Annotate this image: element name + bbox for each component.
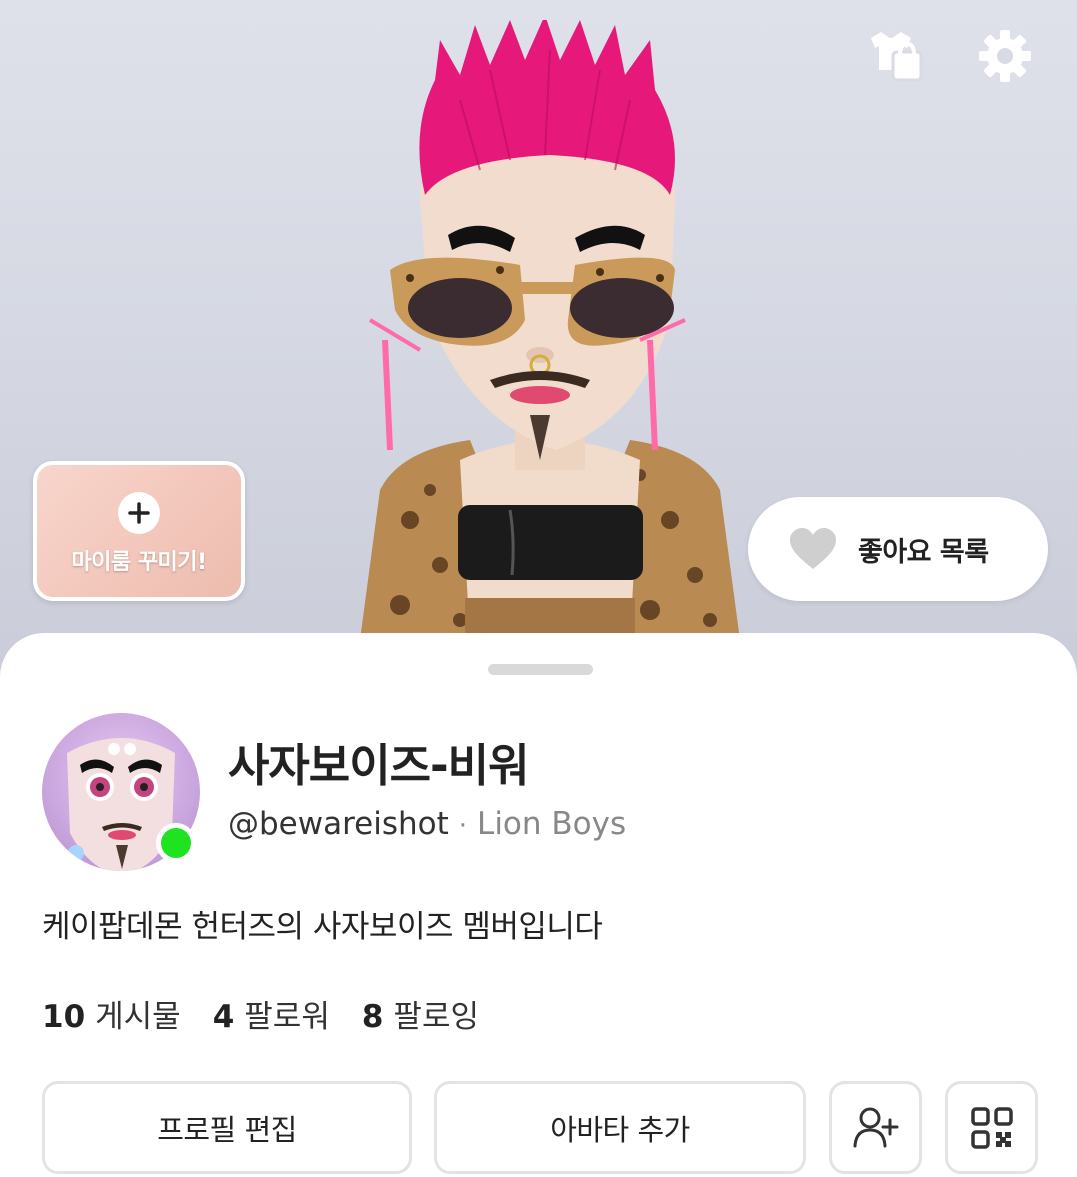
shirt-bag-icon (871, 32, 923, 82)
bio-text: 케이팝데몬 헌터즈의 사자보이즈 멤버입니다 (42, 909, 603, 945)
myroom-label: 마이룸 꾸미기! (71, 550, 207, 575)
stat-posts[interactable]: 10 게시물 (42, 991, 181, 1036)
avatar-3d-figure (360, 20, 740, 640)
settings-icon[interactable] (975, 26, 1035, 86)
qr-code-icon (970, 1106, 1013, 1149)
add-avatar-button[interactable]: 아바타 추가 (434, 1081, 806, 1174)
handle-row: @bewareishot · Lion Boys (228, 806, 626, 842)
likes-list-label: 좋아요 목록 (858, 536, 989, 568)
separator-dot: · (458, 811, 468, 841)
add-friend-icon (853, 1107, 898, 1147)
stat-followers[interactable]: 4 팔로워 (213, 991, 330, 1036)
username: @bewareishot (228, 806, 449, 842)
profile-sheet: 사자보이즈-비워 @bewareishot · Lion Boys 케이팝데몬 … (0, 633, 1077, 1177)
avatar-stage: 마이룸 꾸미기! 좋아요 목록 (0, 0, 1077, 700)
stat-posts-count: 10 (42, 999, 86, 1035)
likes-list-button[interactable]: 좋아요 목록 (748, 497, 1048, 601)
stat-followers-label: 팔로워 (244, 999, 330, 1035)
add-avatar-label: 아바타 추가 (550, 1112, 690, 1147)
plus-icon (118, 492, 160, 534)
display-name: 사자보이즈-비워 (228, 739, 529, 792)
stat-posts-label: 게시물 (95, 999, 181, 1035)
gear-icon (979, 30, 1031, 82)
heart-icon (788, 527, 838, 571)
qr-code-button[interactable] (945, 1081, 1038, 1174)
online-status-dot (156, 823, 196, 863)
crew-link[interactable]: Lion Boys (477, 806, 626, 842)
stats-row: 10 게시물 4 팔로워 8 팔로잉 (42, 991, 511, 1036)
edit-profile-button[interactable]: 프로필 편집 (42, 1081, 412, 1174)
stat-followers-count: 4 (212, 999, 235, 1035)
myroom-decorate-card[interactable]: 마이룸 꾸미기! (33, 461, 245, 601)
stat-following-label: 팔로잉 (393, 999, 479, 1035)
add-friend-button[interactable] (829, 1081, 922, 1174)
stat-following[interactable]: 8 팔로잉 (362, 991, 479, 1036)
stat-following-count: 8 (361, 999, 384, 1035)
closet-icon[interactable] (864, 26, 924, 86)
sheet-drag-handle[interactable] (488, 664, 593, 675)
edit-profile-label: 프로필 편집 (157, 1112, 297, 1147)
